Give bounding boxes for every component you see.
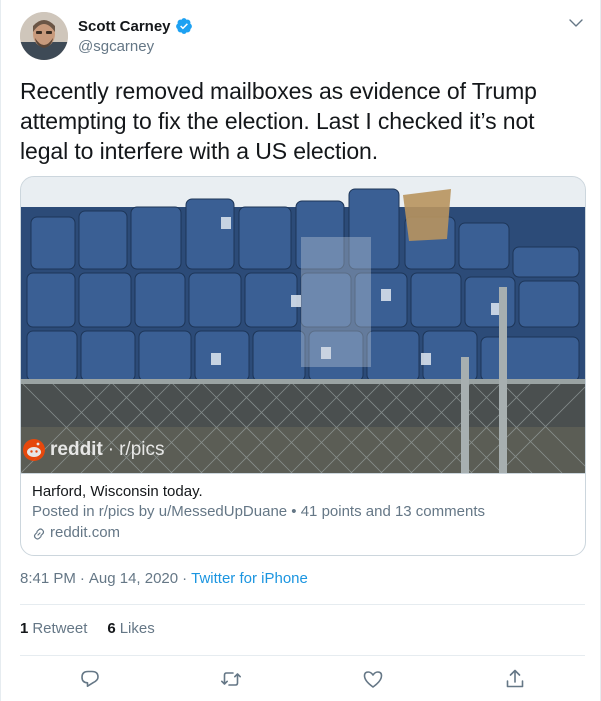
tweet-meta: 8:41 PM · Aug 14, 2020 · Twitter for iPh…	[20, 570, 308, 587]
tweet-source[interactable]: Twitter for iPhone	[191, 570, 308, 587]
retweets-count: 1	[20, 620, 29, 637]
likes-label: Likes	[119, 620, 155, 637]
retweet-icon[interactable]	[219, 667, 243, 691]
tweet-actions	[1, 667, 601, 695]
divider	[20, 604, 585, 605]
likes-count: 6	[107, 620, 116, 637]
card-domain: reddit.com	[32, 522, 575, 543]
reddit-watermark-sep: ·	[107, 439, 115, 460]
tweet-stats: 1 Retweet 6 Likes	[20, 620, 155, 637]
link-icon	[32, 526, 46, 540]
heart-icon[interactable]	[361, 667, 385, 691]
likes-stat[interactable]: 6 Likes	[107, 620, 154, 637]
card-title: Harford, Wisconsin today.	[32, 483, 203, 500]
tweet-time[interactable]: 8:41 PM	[20, 570, 76, 587]
reply-icon[interactable]	[78, 667, 102, 691]
user-info: Scott Carney @sgcarney	[78, 16, 193, 55]
card-body: Harford, Wisconsin today. Posted in r/pi…	[21, 473, 585, 555]
share-icon[interactable]	[503, 667, 527, 691]
meta-separator: ·	[182, 570, 188, 587]
reddit-logo-icon	[23, 439, 45, 461]
display-name[interactable]: Scott Carney	[78, 18, 171, 35]
card-domain-text: reddit.com	[50, 524, 121, 541]
divider	[20, 655, 585, 656]
tweet-text: Recently removed mailboxes as evidence o…	[20, 78, 537, 164]
tweet-header: Scott Carney @sgcarney	[20, 12, 585, 62]
retweets-stat[interactable]: 1 Retweet	[20, 620, 87, 637]
link-card[interactable]: reddit · r/pics Harford, Wisconsin today…	[20, 176, 586, 556]
reddit-watermark-brand: reddit	[50, 439, 103, 460]
tweet-container: Scott Carney @sgcarney Recently removed …	[0, 0, 601, 701]
tweet-date[interactable]: Aug 14, 2020	[89, 570, 178, 587]
avatar[interactable]	[20, 12, 68, 60]
user-handle[interactable]: @sgcarney	[78, 38, 193, 55]
verified-badge-icon	[175, 17, 193, 35]
reddit-watermark-sub: r/pics	[119, 439, 165, 460]
display-name-row: Scott Carney	[78, 16, 193, 36]
meta-separator: ·	[79, 570, 85, 587]
card-description: Posted in r/pics by u/MessedUpDuane • 41…	[32, 503, 485, 520]
chevron-down-icon[interactable]	[567, 14, 585, 32]
retweets-label: Retweet	[32, 620, 88, 637]
reddit-watermark: reddit · r/pics	[23, 439, 165, 461]
card-image[interactable]: reddit · r/pics	[21, 177, 585, 473]
